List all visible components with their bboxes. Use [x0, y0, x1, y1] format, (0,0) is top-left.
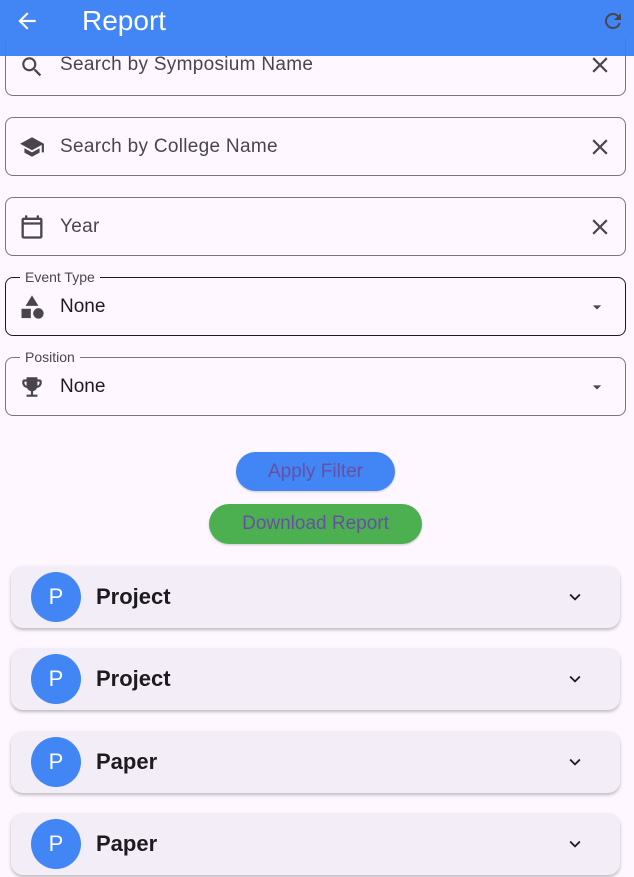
dropdown-arrow-icon [587, 358, 607, 415]
avatar: P [31, 737, 81, 787]
result-card[interactable]: P Project [11, 566, 620, 628]
result-title: Project [96, 666, 171, 691]
symposium-search-field[interactable]: Search by Symposium Name [5, 38, 626, 96]
page-title: Report [82, 5, 167, 36]
clear-college-icon[interactable] [587, 118, 613, 175]
result-card[interactable]: P Paper [11, 813, 620, 875]
result-card[interactable]: P Paper [11, 731, 620, 793]
avatar: P [31, 654, 81, 704]
expand-chevron-icon[interactable] [564, 566, 586, 628]
refresh-icon[interactable] [600, 8, 626, 34]
clear-year-icon[interactable] [587, 198, 613, 255]
college-search-field[interactable]: Search by College Name [5, 117, 626, 176]
position-value: None [60, 375, 106, 397]
trophy-icon [18, 358, 46, 415]
symposium-search-placeholder: Search by Symposium Name [60, 54, 314, 75]
year-placeholder: Year [60, 215, 100, 237]
expand-chevron-icon[interactable] [564, 813, 586, 875]
position-dropdown[interactable]: Position None [5, 348, 626, 416]
event-type-dropdown[interactable]: Event Type None [5, 268, 626, 336]
apply-filter-button[interactable]: Apply Filter [236, 452, 395, 491]
result-title: Paper [96, 749, 158, 774]
calendar-icon [18, 198, 46, 255]
dropdown-arrow-icon [587, 278, 607, 335]
search-icon [18, 38, 46, 95]
avatar: P [31, 572, 81, 622]
year-field[interactable]: Year [5, 197, 626, 256]
result-card[interactable]: P Project [11, 648, 620, 710]
school-icon [18, 118, 46, 175]
download-report-button[interactable]: Download Report [209, 504, 422, 544]
back-arrow-icon[interactable] [12, 6, 42, 36]
category-icon [18, 278, 46, 335]
result-title: Project [96, 584, 171, 609]
college-search-placeholder: Search by College Name [60, 135, 278, 157]
avatar: P [31, 819, 81, 869]
event-type-value: None [60, 295, 106, 317]
result-title: Paper [96, 831, 158, 856]
clear-symposium-icon[interactable] [587, 37, 613, 93]
expand-chevron-icon[interactable] [564, 731, 586, 793]
expand-chevron-icon[interactable] [564, 648, 586, 710]
